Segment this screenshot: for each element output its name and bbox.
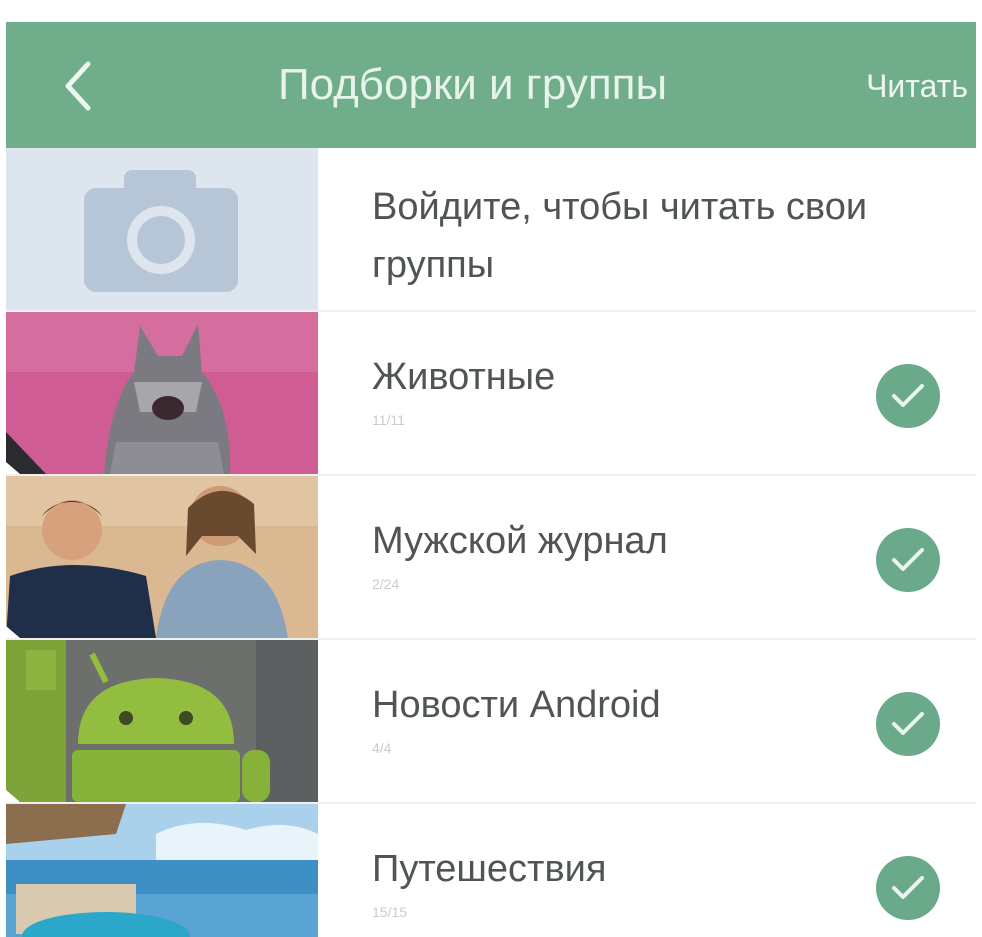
login-row[interactable]: Войдите, чтобы читать свои группы	[6, 148, 976, 312]
list-item-count: 15/15	[372, 904, 408, 920]
list-item-label: Животные	[372, 356, 556, 398]
back-arrow-icon	[65, 61, 91, 111]
check-toggle[interactable]	[876, 528, 940, 592]
check-toggle[interactable]	[876, 856, 940, 920]
login-prompt: Войдите, чтобы читать свои группы	[372, 186, 868, 286]
back-button[interactable]	[54, 56, 100, 116]
animals-thumbnail	[6, 312, 318, 474]
list-item-count: 11/11	[372, 412, 405, 428]
checkmark-icon	[892, 712, 924, 735]
list-item-count: 2/24	[372, 576, 400, 592]
app-frame: Подборки и группы Читать Войдите, чтобы …	[6, 22, 976, 937]
list-item-animals[interactable]: Животные 11/11	[6, 312, 976, 476]
list-item-label: Мужской журнал	[372, 520, 668, 562]
checkmark-icon	[892, 876, 924, 899]
camera-icon	[84, 170, 238, 292]
list-item-count: 4/4	[372, 740, 392, 756]
camera-thumbnail	[6, 148, 318, 310]
android-news-thumbnail	[6, 640, 318, 802]
check-toggle[interactable]	[876, 364, 940, 428]
list-item-android-news[interactable]: Новости Android 4/4	[6, 640, 976, 804]
list-item-travel[interactable]: Путешествия 15/15	[6, 804, 976, 937]
checkmark-icon	[892, 548, 924, 571]
read-button[interactable]: Читать	[866, 68, 968, 105]
top-bar: Подборки и группы Читать	[6, 22, 976, 148]
check-toggle[interactable]	[876, 692, 940, 756]
mens-magazine-thumbnail	[6, 476, 318, 638]
page-title: Подборки и группы	[278, 60, 668, 109]
list-item-mens-magazine[interactable]: Мужской журнал 2/24	[6, 476, 976, 640]
checkmark-icon	[892, 384, 924, 407]
list-item-label: Путешествия	[372, 848, 607, 890]
travel-thumbnail	[6, 804, 318, 937]
list-item-label: Новости Android	[372, 684, 661, 726]
